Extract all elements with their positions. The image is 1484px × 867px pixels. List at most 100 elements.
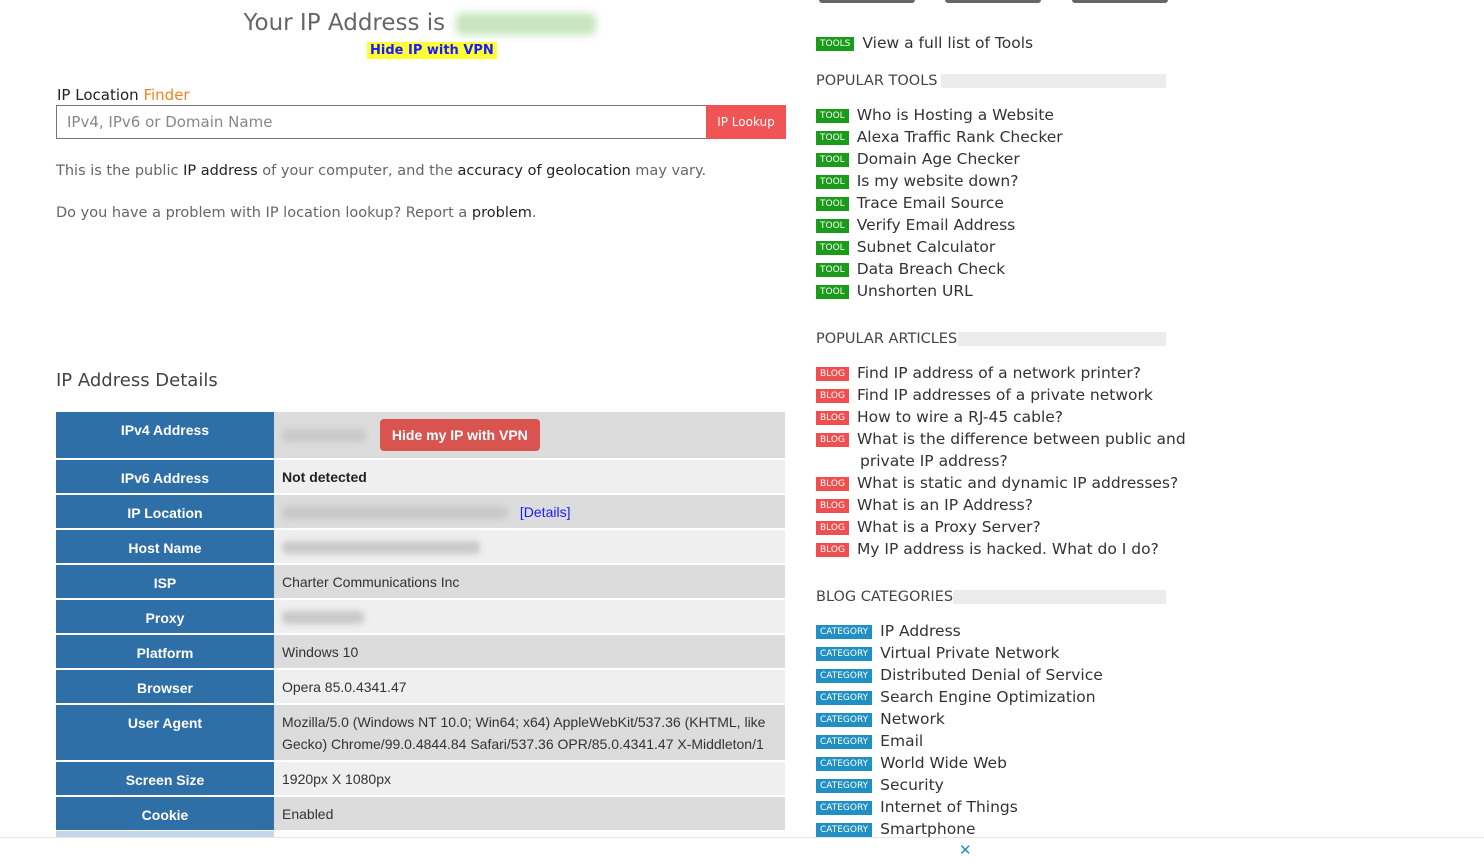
tool-item[interactable]: TOOL Who is Hosting a Website xyxy=(816,104,1054,126)
category-link[interactable]: Security xyxy=(880,776,944,794)
row-label: IPv6 Address xyxy=(56,459,274,495)
blog-badge: BLOG xyxy=(816,432,849,447)
row-label: Platform xyxy=(56,634,274,670)
article-link-continuation[interactable]: private IP address? xyxy=(860,450,1008,472)
ip-address-link[interactable]: IP address xyxy=(183,163,258,179)
tool-badge: TOOL xyxy=(816,218,849,233)
table-row: IP Location [Details] xyxy=(56,494,785,530)
tool-item[interactable]: TOOL Verify Email Address xyxy=(816,214,1015,236)
top-tab-3[interactable] xyxy=(1072,0,1168,3)
popular-articles-title: POPULAR ARTICLES xyxy=(816,331,958,347)
article-link[interactable]: What is static and dynamic IP addresses? xyxy=(857,474,1178,492)
category-item[interactable]: CATEGORY Email xyxy=(816,730,923,752)
tool-item[interactable]: TOOL Unshorten URL xyxy=(816,280,973,302)
tool-item[interactable]: TOOL Subnet Calculator xyxy=(816,236,995,258)
category-link[interactable]: Distributed Denial of Service xyxy=(880,666,1103,684)
row-value xyxy=(274,529,785,565)
category-item[interactable]: CATEGORY IP Address xyxy=(816,620,961,642)
hide-my-ip-vpn-button[interactable]: Hide my IP with VPN xyxy=(379,419,540,451)
category-item[interactable]: CATEGORY Virtual Private Network xyxy=(816,642,1059,664)
article-item[interactable]: BLOG What is the difference between publi… xyxy=(816,428,1186,450)
tool-link[interactable]: Verify Email Address xyxy=(857,216,1016,234)
article-item[interactable]: BLOG What is static and dynamic IP addres… xyxy=(816,472,1178,494)
category-link[interactable]: World Wide Web xyxy=(880,754,1007,772)
category-badge: CATEGORY xyxy=(816,690,873,705)
tool-link[interactable]: Is my website down? xyxy=(857,172,1019,190)
p1-text-c: of your computer, and the xyxy=(257,163,458,179)
article-item[interactable]: BLOG What is an IP Address? xyxy=(816,494,1033,516)
hide-ip-vpn-link[interactable]: Hide IP with VPN xyxy=(367,42,497,59)
category-item[interactable]: CATEGORY Search Engine Optimization xyxy=(816,686,1096,708)
category-link[interactable]: Search Engine Optimization xyxy=(880,688,1095,706)
category-link[interactable]: IP Address xyxy=(880,622,961,640)
tool-badge: TOOL xyxy=(816,174,849,189)
accuracy-geolocation-link[interactable]: accuracy of geolocation xyxy=(458,163,631,179)
article-item[interactable]: BLOG My IP address is hacked. What do I d… xyxy=(816,538,1159,560)
article-link[interactable]: Find IP addresses of a private network xyxy=(857,386,1153,404)
article-link[interactable]: What is a Proxy Server? xyxy=(857,518,1041,536)
tool-badge: TOOL xyxy=(816,284,849,299)
article-item[interactable]: BLOG Find IP address of a network printer… xyxy=(816,362,1141,384)
tool-link[interactable]: Unshorten URL xyxy=(857,282,973,300)
table-row: Screen Size 1920px X 1080px xyxy=(56,761,785,797)
category-link[interactable]: Smartphone xyxy=(880,820,975,838)
category-link[interactable]: Email xyxy=(880,732,923,750)
top-tab-1[interactable] xyxy=(819,0,915,3)
article-link[interactable]: Find IP address of a network printer? xyxy=(857,364,1141,382)
table-row: IPv6 Address Not detected xyxy=(56,459,785,495)
tool-link[interactable]: Trace Email Source xyxy=(857,194,1004,212)
full-tools-list-item[interactable]: TOOLS View a full list of Tools xyxy=(816,32,1033,54)
category-item[interactable]: CATEGORY Internet of Things xyxy=(816,796,1018,818)
article-link[interactable]: My IP address is hacked. What do I do? xyxy=(857,540,1159,558)
row-value: Enabled xyxy=(274,796,785,832)
category-item[interactable]: CATEGORY Network xyxy=(816,708,945,730)
tool-item[interactable]: TOOL Alexa Traffic Rank Checker xyxy=(816,126,1063,148)
tool-link[interactable]: Data Breach Check xyxy=(857,260,1006,278)
article-link[interactable]: What is the difference between public an… xyxy=(857,430,1186,448)
p2-text-c: . xyxy=(531,205,537,221)
category-badge: CATEGORY xyxy=(816,712,873,727)
location-details-link[interactable]: [Details] xyxy=(520,504,571,520)
tool-item[interactable]: TOOL Trace Email Source xyxy=(816,192,1004,214)
category-link[interactable]: Network xyxy=(880,710,945,728)
blog-badge: BLOG xyxy=(816,366,849,381)
article-link[interactable]: What is an IP Address? xyxy=(857,496,1033,514)
category-badge: CATEGORY xyxy=(816,624,873,639)
category-link[interactable]: Virtual Private Network xyxy=(880,644,1059,662)
category-item[interactable]: CATEGORY Distributed Denial of Service xyxy=(816,664,1103,686)
ip-lookup-button[interactable]: IP Lookup xyxy=(706,105,786,139)
row-label: Screen Size xyxy=(56,761,274,797)
category-badge: CATEGORY xyxy=(816,734,873,749)
category-badge: CATEGORY xyxy=(816,822,873,837)
category-item[interactable]: CATEGORY World Wide Web xyxy=(816,752,1007,774)
row-label: Cookie xyxy=(56,796,274,832)
report-problem-link[interactable]: problem xyxy=(472,205,532,221)
proxy-blurred xyxy=(282,611,364,625)
blog-categories-title: BLOG CATEGORIES xyxy=(816,589,954,605)
blog-badge: BLOG xyxy=(816,388,849,403)
tool-item[interactable]: TOOL Data Breach Check xyxy=(816,258,1005,280)
top-tab-2[interactable] xyxy=(945,0,1041,3)
info-paragraph-2: Do you have a problem with IP location l… xyxy=(56,205,537,221)
tool-item[interactable]: TOOL Domain Age Checker xyxy=(816,148,1020,170)
row-label: IP Location xyxy=(56,494,274,530)
tool-link[interactable]: Alexa Traffic Rank Checker xyxy=(857,128,1063,146)
category-link[interactable]: Internet of Things xyxy=(880,798,1018,816)
full-tools-link[interactable]: View a full list of Tools xyxy=(862,34,1033,52)
tool-badge: TOOL xyxy=(816,108,849,123)
blog-badge: BLOG xyxy=(816,476,849,491)
category-item[interactable]: CATEGORY Security xyxy=(816,774,944,796)
tool-item[interactable]: TOOL Is my website down? xyxy=(816,170,1018,192)
ip-details-table: IPv4 Address Hide my IP with VPN IPv6 Ad… xyxy=(56,412,785,832)
article-link[interactable]: How to wire a RJ-45 cable? xyxy=(857,408,1063,426)
tool-link[interactable]: Domain Age Checker xyxy=(857,150,1020,168)
close-icon[interactable]: ✕ xyxy=(959,841,972,859)
finder-label-main: IP Location xyxy=(57,86,139,104)
tool-link[interactable]: Who is Hosting a Website xyxy=(857,106,1054,124)
article-item[interactable]: BLOG Find IP addresses of a private netwo… xyxy=(816,384,1153,406)
article-item[interactable]: BLOG What is a Proxy Server? xyxy=(816,516,1041,538)
article-item[interactable]: BLOG How to wire a RJ-45 cable? xyxy=(816,406,1063,428)
ip-search-input[interactable] xyxy=(56,105,708,139)
tool-link[interactable]: Subnet Calculator xyxy=(857,238,996,256)
table-row: Browser Opera 85.0.4341.47 xyxy=(56,669,785,705)
